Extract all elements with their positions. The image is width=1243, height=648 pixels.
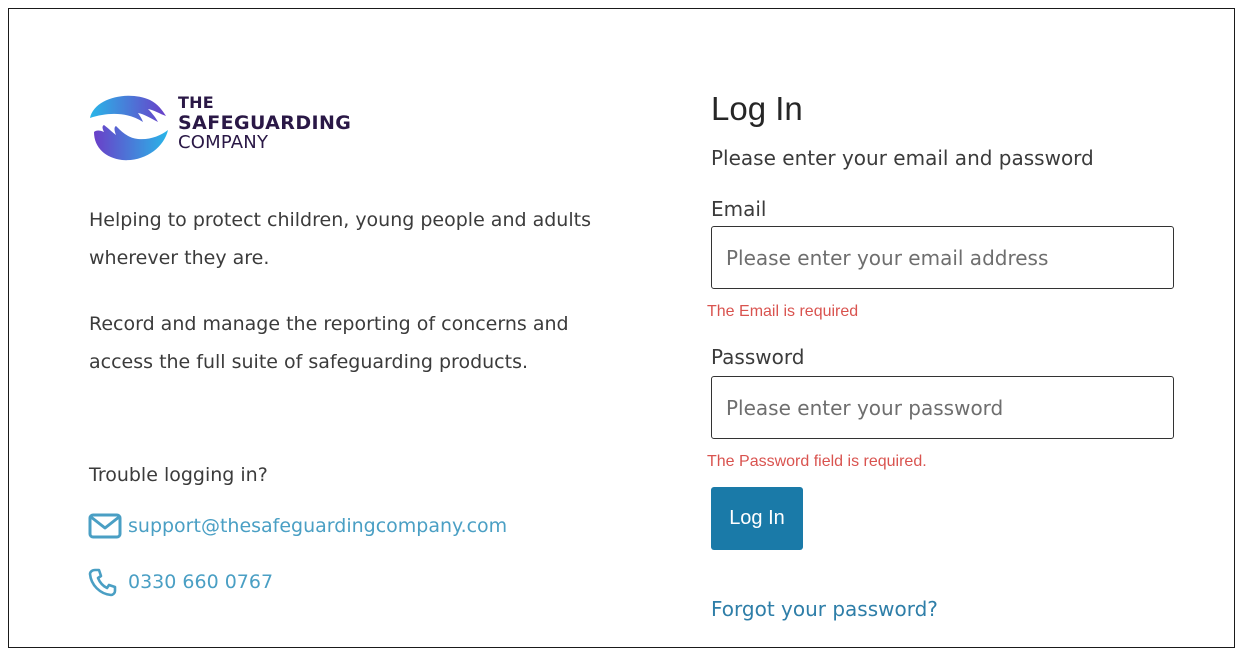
hands-logo-icon xyxy=(90,95,168,161)
login-button[interactable]: Log In xyxy=(711,487,803,550)
brand-line-safeguarding: SAFEGUARDING xyxy=(178,112,352,134)
password-label: Password xyxy=(711,345,805,369)
forgot-password-link[interactable]: Forgot your password? xyxy=(711,594,938,624)
support-phone-link[interactable]: 0330 660 0767 xyxy=(88,566,273,598)
brand-line-the: THE xyxy=(178,93,214,112)
email-error-message: The Email is required xyxy=(707,303,859,320)
brand-line-company: COMPANY xyxy=(178,132,269,153)
support-phone-text: 0330 660 0767 xyxy=(128,571,274,593)
support-email-text: support@thesafeguardingcompany.com xyxy=(128,515,508,537)
login-subtitle: Please enter your email and password xyxy=(711,146,1094,170)
phone-icon xyxy=(88,566,128,598)
intro-paragraph-1: Helping to protect children, young peopl… xyxy=(89,209,591,269)
login-title: Log In xyxy=(711,90,803,127)
envelope-icon xyxy=(88,510,128,542)
trouble-logging-in-text: Trouble logging in? xyxy=(89,464,268,486)
password-error-message: The Password field is required. xyxy=(707,453,927,470)
email-label: Email xyxy=(711,197,767,221)
password-field[interactable] xyxy=(711,376,1174,439)
intro-paragraph-2: Record and manage the reporting of conce… xyxy=(89,313,569,373)
support-email-link[interactable]: support@thesafeguardingcompany.com xyxy=(88,510,507,542)
brand-logo: THE SAFEGUARDING COMPANY xyxy=(88,92,388,164)
email-field[interactable] xyxy=(711,226,1174,289)
brand-wordmark: THE SAFEGUARDING COMPANY xyxy=(178,93,351,153)
